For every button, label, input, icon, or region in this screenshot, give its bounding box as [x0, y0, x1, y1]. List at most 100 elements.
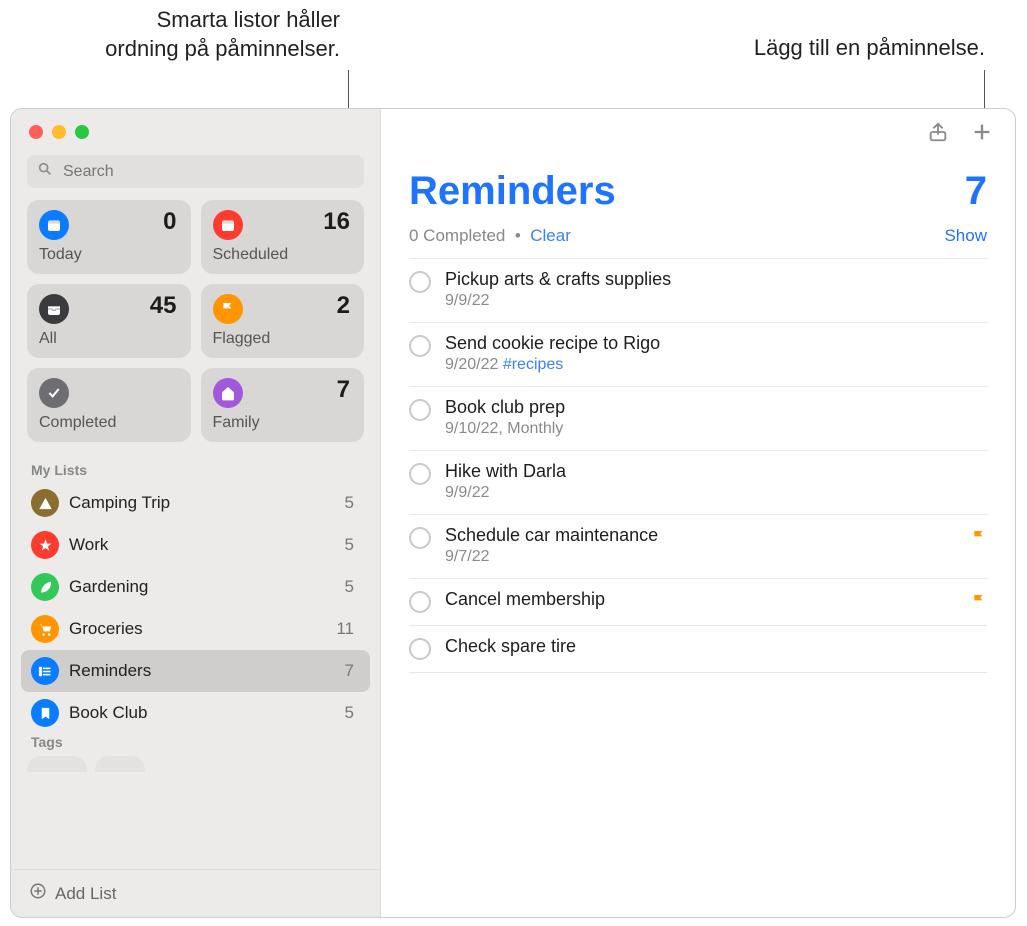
reminder-subtitle: 9/20/22 #recipes: [445, 356, 987, 374]
smart-list-card[interactable]: 16 Scheduled: [201, 200, 365, 274]
sidebar-list-item[interactable]: Book Club 5: [21, 692, 370, 734]
list-name: Groceries: [69, 619, 326, 639]
callout-text: Smarta listor håller: [157, 7, 340, 32]
list-count: 11: [336, 619, 360, 639]
reminder-subtitle: 9/7/22: [445, 548, 957, 566]
completed-row: 0 Completed • Clear Show: [381, 218, 1015, 258]
search-input[interactable]: [61, 162, 354, 182]
sidebar-list-item[interactable]: Groceries 11: [21, 608, 370, 650]
search-field[interactable]: [27, 155, 364, 188]
sidebar-list-item[interactable]: Work 5: [21, 524, 370, 566]
add-list-label: Add List: [55, 884, 116, 904]
reminder-title: Schedule car maintenance: [445, 525, 957, 546]
add-reminder-button[interactable]: [971, 123, 993, 145]
reminder-checkbox[interactable]: [409, 335, 431, 357]
tent-icon: [31, 489, 59, 517]
reminder-title: Book club prep: [445, 397, 987, 418]
minimize-button[interactable]: [52, 125, 66, 139]
card-label: Completed: [39, 414, 179, 432]
tray-icon: [39, 294, 69, 324]
main-panel: Reminders 7 0 Completed • Clear Show Pic…: [381, 109, 1015, 917]
reminder-item[interactable]: Schedule car maintenance 9/7/22: [409, 515, 987, 579]
flag-icon: [971, 593, 987, 609]
reminder-tag[interactable]: #recipes: [503, 356, 563, 373]
add-list-button[interactable]: Add List: [11, 869, 380, 917]
smart-list-card[interactable]: 45 All: [27, 284, 191, 358]
reminder-title: Cancel membership: [445, 589, 957, 610]
reminder-subtitle: 9/9/22: [445, 484, 987, 502]
search-icon: [37, 161, 53, 182]
list-name: Book Club: [69, 703, 335, 723]
list-count: 5: [345, 535, 360, 555]
sidebar-list-item[interactable]: Gardening 5: [21, 566, 370, 608]
house-icon: [213, 378, 243, 408]
callout-text: Lägg till en påminnelse.: [754, 35, 985, 60]
sidebar-list-item[interactable]: Camping Trip 5: [21, 482, 370, 524]
reminder-title: Hike with Darla: [445, 461, 987, 482]
check-icon: [39, 378, 69, 408]
reminder-checkbox[interactable]: [409, 463, 431, 485]
flag-icon: [971, 529, 987, 545]
tag-chips: [11, 754, 380, 772]
smart-list-card[interactable]: 0 Today: [27, 200, 191, 274]
reminder-checkbox[interactable]: [409, 399, 431, 421]
list-count: 5: [345, 577, 360, 597]
share-icon: [927, 121, 949, 148]
toolbar: [381, 109, 1015, 151]
cart-icon: [31, 615, 59, 643]
plus-icon: [971, 121, 993, 148]
card-label: Family: [213, 414, 353, 432]
reminder-checkbox[interactable]: [409, 527, 431, 549]
close-button[interactable]: [29, 125, 43, 139]
reminder-checkbox[interactable]: [409, 271, 431, 293]
smart-list-card[interactable]: 7 Family: [201, 368, 365, 442]
card-count: 16: [323, 208, 350, 236]
list-icon: [31, 657, 59, 685]
reminder-body: Check spare tire: [445, 636, 987, 657]
reminder-body: Book club prep 9/10/22, Monthly: [445, 397, 987, 438]
reminder-body: Cancel membership: [445, 589, 957, 610]
card-count: 45: [150, 292, 177, 320]
reminder-body: Schedule car maintenance 9/7/22: [445, 525, 957, 566]
star-icon: [31, 531, 59, 559]
page-count: 7: [965, 169, 987, 214]
card-label: Today: [39, 246, 179, 264]
share-button[interactable]: [927, 123, 949, 145]
show-completed-button[interactable]: Show: [944, 226, 987, 246]
reminder-subtitle: 9/9/22: [445, 292, 987, 310]
smart-list-card[interactable]: Completed: [27, 368, 191, 442]
list-name: Camping Trip: [69, 493, 335, 513]
reminder-checkbox[interactable]: [409, 591, 431, 613]
plus-circle-icon: [29, 882, 47, 905]
card-label: Flagged: [213, 330, 353, 348]
separator-dot: •: [515, 226, 521, 245]
smart-list-card[interactable]: 2 Flagged: [201, 284, 365, 358]
list-name: Reminders: [69, 661, 335, 681]
clear-completed-button[interactable]: Clear: [530, 226, 571, 245]
calendar-icon: [213, 210, 243, 240]
my-lists-header: My Lists: [11, 456, 380, 482]
window-controls: [11, 109, 380, 149]
sidebar: 0 Today 16 Scheduled 45 All 2 Flagged Co…: [11, 109, 381, 917]
reminder-checkbox[interactable]: [409, 638, 431, 660]
callout-text: ordning på påminnelser.: [105, 36, 340, 61]
reminder-item[interactable]: Hike with Darla 9/9/22: [409, 451, 987, 515]
reminder-item[interactable]: Cancel membership: [409, 579, 987, 626]
reminder-body: Hike with Darla 9/9/22: [445, 461, 987, 502]
reminder-title: Pickup arts & crafts supplies: [445, 269, 987, 290]
smart-lists-grid: 0 Today 16 Scheduled 45 All 2 Flagged Co…: [11, 200, 380, 456]
reminder-item[interactable]: Pickup arts & crafts supplies 9/9/22: [409, 258, 987, 323]
tags-header: Tags: [11, 734, 380, 754]
reminders-window: 0 Today 16 Scheduled 45 All 2 Flagged Co…: [10, 108, 1016, 918]
reminder-item[interactable]: Book club prep 9/10/22, Monthly: [409, 387, 987, 451]
fullscreen-button[interactable]: [75, 125, 89, 139]
reminder-title: Send cookie recipe to Rigo: [445, 333, 987, 354]
sidebar-list-item[interactable]: Reminders 7: [21, 650, 370, 692]
title-row: Reminders 7: [381, 151, 1015, 218]
card-label: All: [39, 330, 179, 348]
reminder-item[interactable]: Send cookie recipe to Rigo 9/20/22 #reci…: [409, 323, 987, 387]
card-count: 0: [163, 208, 176, 236]
my-lists: Camping Trip 5 Work 5 Gardening 5 Grocer…: [11, 482, 380, 734]
reminder-item[interactable]: Check spare tire: [409, 626, 987, 673]
callout-left: Smarta listor håller ordning på påminnel…: [20, 6, 340, 63]
